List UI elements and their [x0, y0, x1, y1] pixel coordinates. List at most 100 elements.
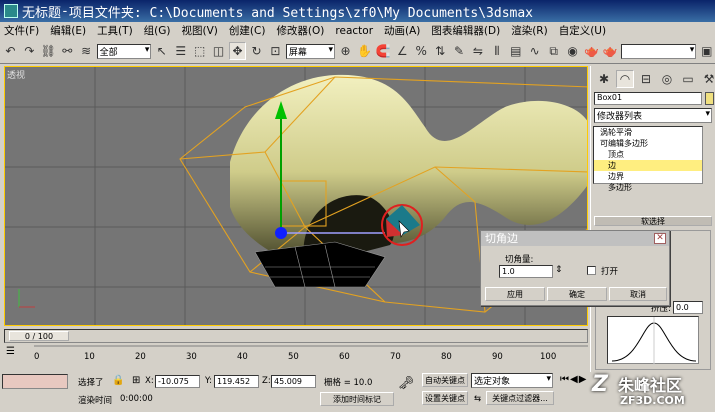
selection-filter-dropdown[interactable]: 全部: [96, 43, 152, 59]
menu-rendering[interactable]: 渲染(R): [511, 23, 548, 38]
modifier-list-dropdown[interactable]: 修改器列表: [594, 108, 712, 123]
select-object-icon[interactable]: ↖: [153, 42, 170, 60]
soft-selection-rollout[interactable]: 软选择: [594, 216, 712, 226]
y-coordinate-field[interactable]: 119.452: [214, 375, 259, 388]
render-scene-icon[interactable]: 🫖: [583, 42, 600, 60]
selected-object-dropdown[interactable]: 选定对象: [471, 373, 553, 388]
redo-icon[interactable]: ↷: [21, 42, 38, 60]
angle-snap-icon[interactable]: ∠: [394, 42, 411, 60]
set-key-button[interactable]: 设置关键点: [422, 391, 468, 405]
chamfer-amount-spinner[interactable]: ⇕: [555, 265, 563, 275]
key-filters-icon[interactable]: ⇆: [474, 394, 481, 404]
cancel-button[interactable]: 取消: [609, 287, 667, 301]
lock-icon[interactable]: 🔒: [112, 375, 124, 386]
unlink-icon[interactable]: ⚯: [59, 42, 76, 60]
schematic-view-icon[interactable]: ⧉: [545, 42, 562, 60]
select-by-name-icon[interactable]: ☰: [172, 42, 189, 60]
maxscript-listener[interactable]: [2, 374, 68, 389]
rectangular-selection-icon[interactable]: ⬚: [191, 42, 208, 60]
layer-manager-icon[interactable]: ▤: [507, 42, 524, 60]
select-rotate-icon[interactable]: ↻: [248, 42, 265, 60]
key-icon[interactable]: 🗝: [398, 376, 415, 391]
utilities-tab-icon[interactable]: ⚒: [700, 70, 715, 88]
close-icon[interactable]: ✕: [654, 233, 666, 244]
title-bar: 无标题 - 项目文件夹: C:\Documents and Settings\z…: [0, 0, 715, 22]
menu-animation[interactable]: 动画(A): [384, 23, 420, 38]
playback-controls-icon[interactable]: ⏮◀▶: [560, 374, 587, 385]
stack-item-turbosmooth[interactable]: 涡轮平滑: [594, 127, 702, 138]
object-color-swatch[interactable]: [705, 92, 714, 105]
menu-edit[interactable]: 编辑(E): [50, 23, 86, 38]
create-tab-icon[interactable]: ✱: [595, 70, 613, 88]
undo-icon[interactable]: ↶: [2, 42, 19, 60]
stack-item-vertex[interactable]: 顶点: [594, 149, 702, 160]
menu-create[interactable]: 创建(C): [229, 23, 266, 38]
align-icon[interactable]: ⫴: [488, 42, 505, 60]
open-checkbox[interactable]: [587, 266, 596, 275]
absolute-mode-icon[interactable]: ⊞: [132, 375, 140, 386]
watermark-logo-icon: Z: [592, 372, 608, 397]
track-bar[interactable]: ☰ 0 10 20 30 40 50 60 70 80 90 100: [4, 344, 588, 366]
menu-views[interactable]: 视图(V): [182, 23, 218, 38]
x-coordinate-field[interactable]: -10.075: [155, 375, 200, 388]
pinch-field[interactable]: 0.0: [673, 301, 703, 314]
tick-40: 40: [237, 352, 248, 362]
chamfer-amount-field[interactable]: 1.0: [499, 265, 553, 278]
reference-coordinate-dropdown[interactable]: 屏幕: [285, 43, 336, 59]
command-panel-tabs: ✱ ◠ ⊟ ◎ ▭ ⚒: [595, 70, 715, 88]
menu-reactor[interactable]: reactor: [335, 25, 373, 37]
time-slider-thumb[interactable]: 0 / 100: [9, 331, 69, 341]
chamfer-amount-label: 切角量:: [505, 255, 534, 265]
tick-60: 60: [339, 352, 350, 362]
axis-tripod: [18, 289, 35, 308]
object-name-field[interactable]: Box01: [594, 92, 702, 105]
menu-customize[interactable]: 自定义(U): [559, 23, 606, 38]
menu-graph-editors[interactable]: 图表编辑器(D): [431, 23, 500, 38]
menu-tools[interactable]: 工具(T): [97, 23, 133, 38]
window-crossing-icon[interactable]: ◫: [210, 42, 227, 60]
percent-snap-icon[interactable]: %: [413, 42, 430, 60]
manipulate-icon[interactable]: ✋: [356, 42, 373, 60]
open-label: 打开: [601, 267, 619, 277]
tick-30: 30: [186, 352, 197, 362]
menu-group[interactable]: 组(G): [144, 23, 171, 38]
menu-bar: 文件(F) 编辑(E) 工具(T) 组(G) 视图(V) 创建(C) 修改器(O…: [0, 22, 715, 39]
motion-tab-icon[interactable]: ◎: [658, 70, 676, 88]
pivot-center-icon[interactable]: ⊕: [337, 42, 354, 60]
key-filters-button[interactable]: 关键点过滤器...: [486, 391, 554, 405]
add-time-tag-button[interactable]: 添加时间标记: [320, 392, 394, 406]
named-selection-sets-dropdown[interactable]: [620, 43, 697, 59]
tick-0: 0: [34, 352, 40, 362]
auto-key-button[interactable]: 自动关键点: [422, 373, 468, 387]
ok-button[interactable]: 确定: [547, 287, 607, 301]
named-selection-icon[interactable]: ✎: [451, 42, 468, 60]
command-panel: ✱ ◠ ⊟ ◎ ▭ ⚒ Box01 修改器列表 软选择 挤压: 0.0: [590, 66, 715, 372]
menu-file[interactable]: 文件(F): [4, 23, 39, 38]
link-icon[interactable]: ⛓: [40, 42, 57, 60]
modify-tab-icon[interactable]: ◠: [616, 70, 634, 88]
bind-space-warp-icon[interactable]: ≋: [78, 42, 95, 60]
spinner-snap-icon[interactable]: ⇅: [432, 42, 449, 60]
select-move-icon[interactable]: ✥: [229, 42, 247, 60]
menu-modifiers[interactable]: 修改器(O): [276, 23, 324, 38]
material-editor-icon[interactable]: ◉: [564, 42, 581, 60]
hierarchy-tab-icon[interactable]: ⊟: [637, 70, 655, 88]
z-coordinate-field[interactable]: 45.009: [271, 375, 316, 388]
apply-button[interactable]: 应用: [485, 287, 545, 301]
track-bar-toggle-icon[interactable]: ☰: [6, 346, 15, 357]
app-icon: [4, 4, 18, 18]
title-project-path: 项目文件夹: C:\Documents and Settings\zf0\My …: [68, 5, 534, 21]
time-slider[interactable]: 0 / 100: [4, 329, 588, 343]
render-last-icon[interactable]: ▣: [698, 42, 715, 60]
stack-item-border[interactable]: 边界: [594, 171, 702, 182]
mirror-icon[interactable]: ⇋: [469, 42, 486, 60]
curve-editor-icon[interactable]: ∿: [526, 42, 543, 60]
snap-toggle-icon[interactable]: 🧲: [375, 42, 392, 60]
render-time-value: 0:00:00: [120, 394, 153, 404]
stack-item-editable-poly[interactable]: 可编辑多边形: [594, 138, 702, 149]
stack-item-edge[interactable]: 边: [594, 160, 702, 171]
quick-render-icon[interactable]: 🫖: [602, 42, 619, 60]
display-tab-icon[interactable]: ▭: [679, 70, 697, 88]
select-scale-icon[interactable]: ⊡: [267, 42, 284, 60]
stack-item-polygon[interactable]: 多边形: [594, 182, 702, 193]
